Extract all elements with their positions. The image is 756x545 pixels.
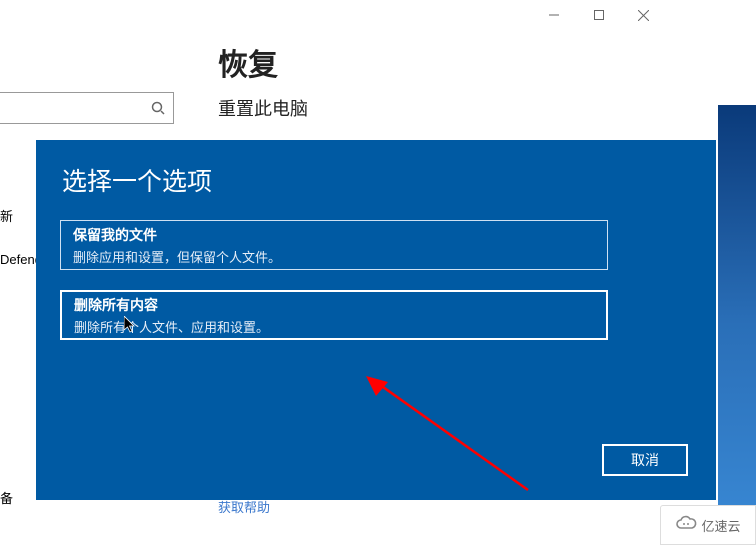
section-heading: 重置此电脑 bbox=[218, 95, 308, 121]
cancel-label: 取消 bbox=[631, 450, 659, 470]
minimize-icon bbox=[549, 10, 559, 20]
minimize-button[interactable] bbox=[531, 5, 576, 25]
cancel-button[interactable]: 取消 bbox=[602, 444, 688, 476]
taskbar-strip bbox=[718, 105, 756, 545]
dialog-title: 选择一个选项 bbox=[62, 162, 212, 198]
sidebar-item-backup[interactable]: 备 bbox=[0, 488, 13, 507]
titlebar bbox=[0, 0, 666, 30]
watermark-text: 亿速云 bbox=[701, 516, 740, 535]
option-desc: 删除应用和设置，但保留个人文件。 bbox=[73, 247, 595, 266]
option-title: 删除所有内容 bbox=[74, 295, 594, 315]
option-desc: 删除所有个人文件、应用和设置。 bbox=[74, 317, 594, 336]
mouse-cursor-icon bbox=[124, 316, 138, 334]
search-input[interactable] bbox=[0, 92, 174, 124]
watermark: 亿速云 bbox=[660, 505, 756, 545]
search-icon bbox=[151, 101, 165, 115]
maximize-icon bbox=[594, 10, 604, 20]
option-title: 保留我的文件 bbox=[73, 225, 595, 245]
close-button[interactable] bbox=[621, 5, 666, 25]
option-remove-everything[interactable]: 删除所有内容 删除所有个人文件、应用和设置。 bbox=[60, 290, 608, 340]
close-icon bbox=[638, 10, 649, 21]
page-title: 恢复 bbox=[218, 40, 278, 84]
reset-dialog: 选择一个选项 保留我的文件 删除应用和设置，但保留个人文件。 删除所有内容 删除… bbox=[36, 140, 716, 500]
cloud-icon bbox=[675, 515, 697, 536]
option-keep-files[interactable]: 保留我的文件 删除应用和设置，但保留个人文件。 bbox=[60, 220, 608, 270]
maximize-button[interactable] bbox=[576, 5, 621, 25]
sidebar-item-update[interactable]: 新 bbox=[0, 206, 13, 225]
